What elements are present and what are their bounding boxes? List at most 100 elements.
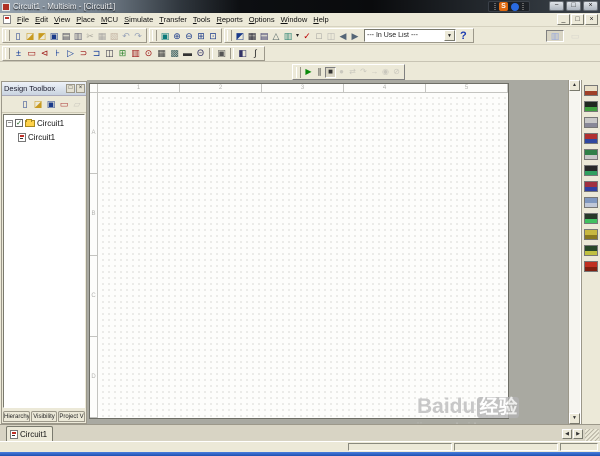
redo-button[interactable]: ↷: [132, 30, 144, 42]
open-file-button[interactable]: ◪: [24, 30, 36, 42]
save-button[interactable]: ▣: [48, 30, 60, 42]
scrollbar-track[interactable]: [569, 91, 580, 413]
tree-root-row[interactable]: − ✓ Circuit1: [4, 117, 84, 129]
toolbar-grip[interactable]: [5, 48, 10, 59]
menu-mcu[interactable]: MCU: [98, 15, 121, 24]
dtb-open-button[interactable]: ◪: [32, 98, 44, 110]
run-button[interactable]: ▶: [303, 67, 314, 78]
schematic-sheet[interactable]: 12345 ABCD: [89, 83, 509, 419]
place-mixed-button[interactable]: ⊞: [116, 47, 129, 59]
dtb-windowshade-button[interactable]: □: [66, 84, 75, 93]
maximize-button[interactable]: □: [566, 1, 581, 11]
step-out-button[interactable]: ↷: [358, 67, 369, 78]
place-hierarchical-block-button[interactable]: ◧: [236, 47, 249, 59]
instrument-iv-analyzer[interactable]: [584, 245, 598, 256]
workspace-viewport[interactable]: 12345 ABCD Baidu经验 jingyan.baidu.com: [87, 80, 568, 424]
mdi-restore-button[interactable]: □: [571, 14, 584, 25]
instrument-function-generator[interactable]: [584, 101, 598, 112]
full-screen-button[interactable]: ▣: [159, 30, 171, 42]
dtb-close-button[interactable]: ×: [76, 84, 85, 93]
menu-file[interactable]: File: [14, 15, 32, 24]
resize-grip[interactable]: [585, 429, 599, 441]
menu-simulate[interactable]: Simulate: [121, 15, 156, 24]
paste-button[interactable]: ▧: [108, 30, 120, 42]
cut-button[interactable]: ✂: [84, 30, 96, 42]
database-manager-button[interactable]: ▤: [258, 30, 270, 42]
toggle-breakpoint-button[interactable]: ◉: [380, 67, 391, 78]
breadboard-button[interactable]: ▥: [282, 30, 294, 42]
place-cmos-button[interactable]: ⊐: [90, 47, 103, 59]
tree-child-row[interactable]: Circuit1: [4, 131, 84, 143]
tree-expander-icon[interactable]: −: [6, 120, 13, 127]
place-source-button[interactable]: ±: [12, 47, 25, 59]
instrument-word-generator[interactable]: [584, 197, 598, 208]
place-advanced-peripherals-button[interactable]: ▩: [168, 47, 181, 59]
tab-scroll-left-icon[interactable]: ◀: [562, 429, 572, 439]
zoom-in-button[interactable]: ⊕: [171, 30, 183, 42]
dtb-close-doc-button[interactable]: ▭: [58, 98, 70, 110]
tab-visibility[interactable]: Visibility: [31, 411, 58, 422]
toolbar-grip[interactable]: [227, 30, 232, 41]
menu-options[interactable]: Options: [246, 15, 278, 24]
place-ttl-button[interactable]: ⊃: [77, 47, 90, 59]
instrument-frequency-counter[interactable]: [584, 181, 598, 192]
back-annotate-button[interactable]: ◀: [337, 30, 349, 42]
spreadsheet-view-button[interactable]: ▦: [246, 30, 258, 42]
open-sample-button[interactable]: ◩: [36, 30, 48, 42]
instrument-four-channel-oscilloscope[interactable]: [584, 149, 598, 160]
instrument-multimeter[interactable]: [584, 85, 598, 96]
grapher-button[interactable]: ◫: [325, 30, 337, 42]
tree-child-label[interactable]: Circuit1: [28, 133, 55, 142]
place-diode-button[interactable]: ⊲: [38, 47, 51, 59]
tab-hierarchy[interactable]: Hierarchy: [3, 411, 30, 422]
sheet-tab-circuit1[interactable]: Circuit1: [6, 426, 53, 441]
breadboard-dropdown-button[interactable]: ▾: [294, 30, 301, 42]
create-component-button[interactable]: △: [270, 30, 282, 42]
forward-annotate-button[interactable]: ▶: [349, 30, 361, 42]
menu-edit[interactable]: Edit: [32, 15, 51, 24]
design-toolbox-toggle-button[interactable]: ◩: [234, 30, 246, 42]
menu-help[interactable]: Help: [310, 15, 331, 24]
place-basic-button[interactable]: ▭: [25, 47, 38, 59]
copy-button[interactable]: ▦: [96, 30, 108, 42]
place-indicator-button[interactable]: ▥: [129, 47, 142, 59]
instrument-logic-converter[interactable]: [584, 229, 598, 240]
tree-root-label[interactable]: Circuit1: [37, 119, 64, 128]
remove-breakpoints-button[interactable]: ⊘: [391, 67, 402, 78]
graph-view-button[interactable]: ▥: [546, 30, 564, 42]
toolbar-grip[interactable]: [296, 67, 301, 78]
place-bus-button[interactable]: ∫: [249, 47, 262, 59]
place-rf-button[interactable]: ▬: [181, 47, 194, 59]
erc-check-button[interactable]: ✓: [301, 30, 313, 42]
run-to-cursor-button[interactable]: →: [369, 67, 380, 78]
menu-tools[interactable]: Tools: [190, 15, 214, 24]
place-analog-button[interactable]: ▷: [64, 47, 77, 59]
design-toolbox-header[interactable]: Design Toolbox □×: [2, 82, 86, 96]
instrument-oscilloscope[interactable]: [584, 133, 598, 144]
menu-place[interactable]: Place: [73, 15, 98, 24]
help-button[interactable]: ?: [460, 30, 467, 42]
in-use-list-combo[interactable]: --- In Use List --- ▼: [364, 29, 456, 42]
dtb-save-button[interactable]: ▣: [45, 98, 57, 110]
place-mcu-button[interactable]: ▣: [215, 47, 228, 59]
dtb-rename-button[interactable]: ▱: [71, 98, 83, 110]
toolbar-grip[interactable]: [5, 30, 10, 41]
instrument-logic-analyzer[interactable]: [584, 213, 598, 224]
zoom-out-button[interactable]: ⊖: [183, 30, 195, 42]
postprocessor-button[interactable]: ▭: [566, 30, 584, 42]
minimize-button[interactable]: −: [549, 1, 564, 11]
menu-view[interactable]: View: [51, 15, 73, 24]
tree-checkbox[interactable]: ✓: [15, 119, 23, 127]
title-bar[interactable]: Circuit1 - Multisim - [Circuit1] S −□×: [0, 0, 600, 13]
new-file-button[interactable]: ▯: [12, 30, 24, 42]
print-preview-button[interactable]: ▥: [72, 30, 84, 42]
menu-transfer[interactable]: Transfer: [156, 15, 190, 24]
instrument-bode-plotter[interactable]: [584, 165, 598, 176]
document-icon[interactable]: [3, 15, 11, 24]
overlay-toolbar[interactable]: S: [488, 1, 530, 12]
step-over-button[interactable]: ⇄: [347, 67, 358, 78]
mdi-minimize-button[interactable]: _: [557, 14, 570, 25]
scroll-down-icon[interactable]: ▼: [569, 413, 580, 424]
combo-dropdown-icon[interactable]: ▼: [444, 30, 455, 41]
overlay-s-icon[interactable]: S: [499, 2, 508, 11]
